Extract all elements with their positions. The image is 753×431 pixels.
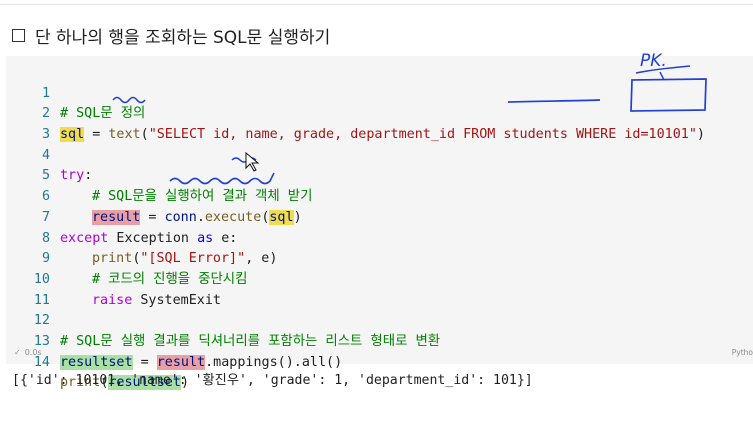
code-line[interactable]: 8 print("[SQL Error]", e) bbox=[6, 208, 753, 267]
section-heading-text: 단 하나의 행을 조회하는 SQL문 실행하기 bbox=[35, 27, 331, 48]
cell-language[interactable]: Pytho bbox=[732, 348, 753, 357]
method-chain-token: .mappings().all() bbox=[205, 354, 343, 370]
top-divider bbox=[0, 4, 753, 5]
execution-time: 0.0s bbox=[24, 348, 42, 357]
code-line[interactable]: 14 print(resultset) bbox=[6, 332, 753, 391]
code-line[interactable]: 10 raise SystemExit bbox=[6, 249, 753, 308]
code-line[interactable]: 6 result = conn.execute(sql) bbox=[6, 166, 753, 225]
code-line[interactable]: 11 bbox=[6, 270, 753, 308]
code-line[interactable]: 5 # SQL문을 실행하여 결과 객체 받기 bbox=[6, 146, 753, 204]
code-line[interactable]: 7 except Exception as e: bbox=[6, 187, 753, 246]
code-line[interactable]: 1 # SQL문 정의 bbox=[6, 63, 753, 122]
code-line[interactable]: 3 bbox=[6, 104, 753, 142]
code-line[interactable]: 12 # SQL문 실행 결과를 딕셔너리를 포함하는 리스트 형태로 변환 bbox=[6, 291, 753, 349]
cell-status: ✓ 0.0s bbox=[14, 348, 42, 357]
cell-output: [{'id': 10101, 'name': '황진우', 'grade': 1… bbox=[12, 373, 533, 388]
operator-token: = bbox=[132, 354, 157, 370]
variable-token-highlighted: result bbox=[156, 354, 206, 370]
code-line[interactable]: 13 resultset = result.mappings().all() bbox=[6, 311, 753, 370]
code-cell[interactable]: 1 # SQL문 정의 2 sql = text("SELECT id, nam… bbox=[6, 56, 753, 391]
variable-token-highlighted: resultset bbox=[60, 354, 133, 370]
code-line[interactable]: 9 # 코드의 진행을 중단시킴 bbox=[6, 229, 753, 287]
checkbox-square-icon bbox=[12, 28, 25, 42]
checkmark-icon: ✓ bbox=[14, 348, 21, 357]
section-heading: 단 하나의 행을 조회하는 SQL문 실행하기 bbox=[10, 22, 330, 48]
code-line[interactable]: 4 try: bbox=[6, 125, 753, 184]
code-editor[interactable]: 1 # SQL문 정의 2 sql = text("SELECT id, nam… bbox=[6, 63, 753, 391]
code-line[interactable]: 2 sql = text("SELECT id, name, grade, de… bbox=[6, 84, 753, 143]
